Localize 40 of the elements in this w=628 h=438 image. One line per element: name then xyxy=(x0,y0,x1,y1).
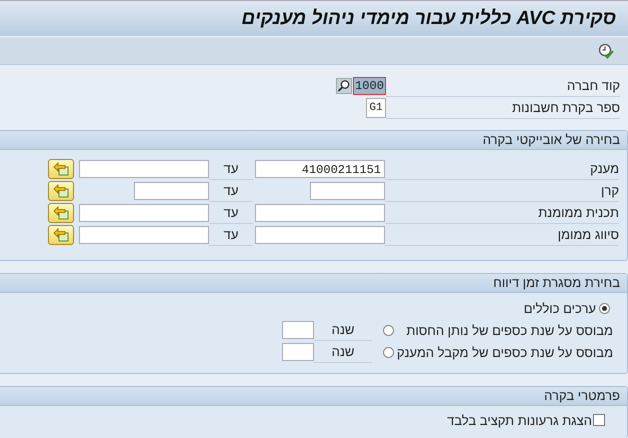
multiple-selection-button[interactable] xyxy=(48,203,74,223)
input-field[interactable]: 1000 xyxy=(353,77,386,95)
radio-label: מבוסס על שנת כספים של מקבל המענק xyxy=(397,344,613,360)
radio-label: ערכים כוללים xyxy=(524,300,596,316)
arrow-icon xyxy=(53,184,69,198)
arrow-icon xyxy=(53,162,69,176)
input-field[interactable] xyxy=(79,204,209,222)
input-field[interactable] xyxy=(134,182,209,200)
field-label: קרן xyxy=(385,180,619,202)
radio-label: מבוסס על שנת כספים של נותן החסות xyxy=(405,322,613,338)
input-field[interactable] xyxy=(79,226,209,244)
radio-button[interactable] xyxy=(383,324,394,336)
checkbox-label: הצגת גרעונות תקציב בלבד xyxy=(447,412,592,428)
input-field[interactable]: G1 xyxy=(366,98,386,118)
input-field[interactable] xyxy=(255,226,385,244)
field-label: ספר בקרת חשבונות xyxy=(386,98,620,118)
input-field[interactable] xyxy=(79,160,209,178)
field-label: סיווג ממומן xyxy=(385,224,619,246)
field-label: מענק xyxy=(385,158,619,180)
input-field[interactable]: 41000211151 xyxy=(255,160,385,178)
input-field[interactable] xyxy=(282,343,314,361)
field-label: קוד חברה xyxy=(386,76,620,96)
group-title: בחירת מסגרת זמן דיווח xyxy=(0,274,627,293)
multiple-selection-button[interactable] xyxy=(48,181,74,201)
arrow-icon xyxy=(53,228,69,242)
radio-button[interactable] xyxy=(599,302,610,314)
arrow-icon xyxy=(53,206,69,220)
input-field[interactable] xyxy=(282,321,314,339)
group-title: בחירה של אובייקטי בקרה xyxy=(0,131,627,150)
search-icon[interactable] xyxy=(336,78,352,94)
field-label: תכנית ממומנת xyxy=(385,202,619,224)
checkbox[interactable] xyxy=(593,414,605,426)
group-title: פרמטרי בקרה xyxy=(0,387,627,406)
multiple-selection-button[interactable] xyxy=(48,225,74,245)
radio-button[interactable] xyxy=(383,346,394,358)
input-field[interactable] xyxy=(255,204,385,222)
multiple-selection-button[interactable] xyxy=(48,159,74,179)
window-title: סקירת AVC כללית עבור מימדי ניהול מענקים xyxy=(242,8,616,30)
input-field[interactable] xyxy=(310,182,385,200)
execute-icon[interactable] xyxy=(598,42,614,58)
